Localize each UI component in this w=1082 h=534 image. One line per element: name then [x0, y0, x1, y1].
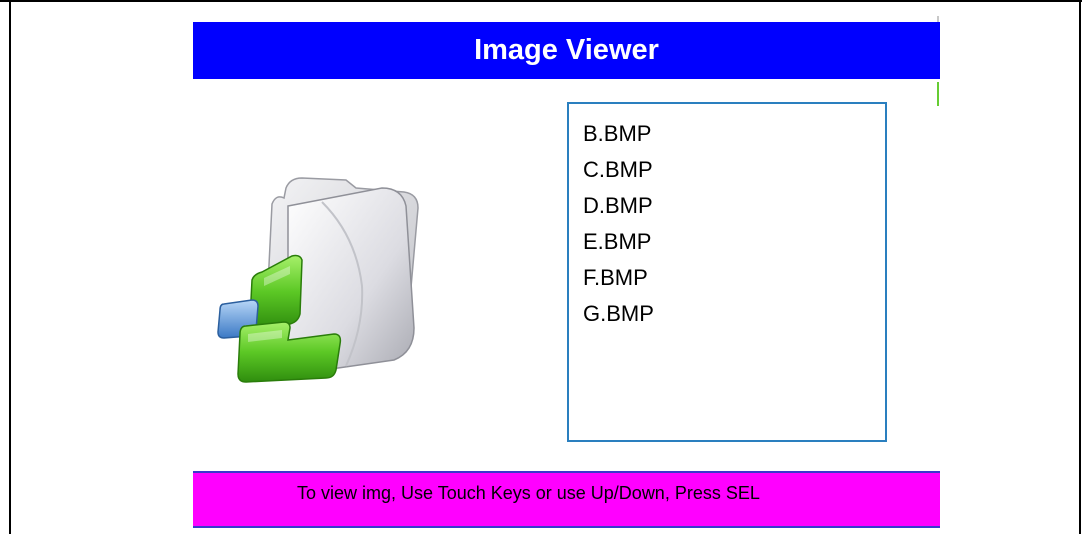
- app-title: Image Viewer: [474, 34, 659, 66]
- accent-mark: [937, 82, 939, 106]
- list-item[interactable]: G.BMP: [569, 296, 885, 332]
- list-item[interactable]: B.BMP: [569, 116, 885, 152]
- status-text: To view img, Use Touch Keys or use Up/Do…: [297, 483, 760, 503]
- list-item[interactable]: C.BMP: [569, 152, 885, 188]
- title-bar: Image Viewer: [193, 22, 940, 79]
- frame-right-border: [1079, 0, 1081, 534]
- frame-top-border: [0, 0, 1082, 2]
- list-item[interactable]: D.BMP: [569, 188, 885, 224]
- divider-mark: [937, 16, 939, 22]
- list-item[interactable]: F.BMP: [569, 260, 885, 296]
- folder-icon: [206, 176, 446, 386]
- image-viewer-screen: Image Viewer B.BMP C.BMP D.BMP E.BMP F.B…: [0, 0, 1082, 534]
- folder-icon-graphic: [217, 177, 419, 383]
- status-bar: To view img, Use Touch Keys or use Up/Do…: [193, 471, 940, 528]
- file-list[interactable]: B.BMP C.BMP D.BMP E.BMP F.BMP G.BMP: [567, 102, 887, 442]
- list-item[interactable]: E.BMP: [569, 224, 885, 260]
- frame-left-border: [9, 0, 11, 534]
